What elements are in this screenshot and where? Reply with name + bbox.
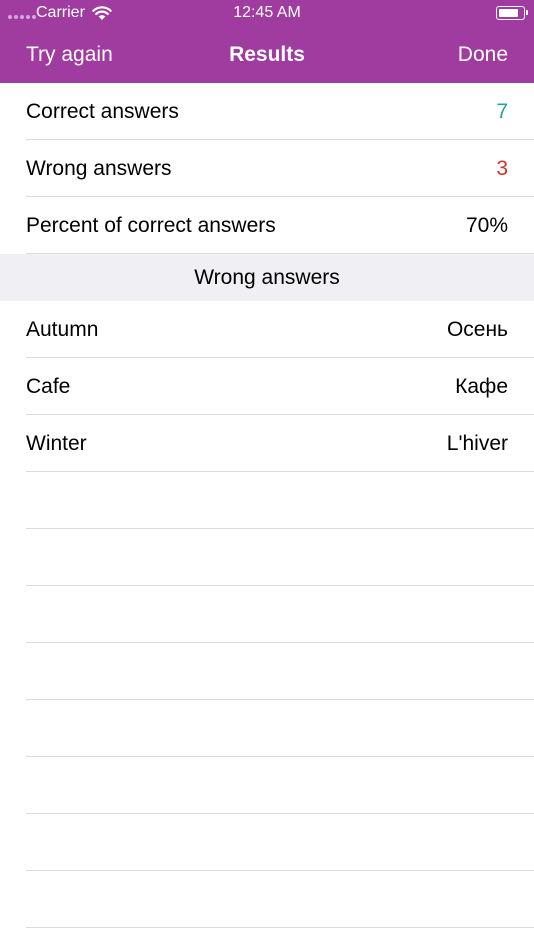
wrong-answer-row[interactable]: Autumn Осень [0, 301, 534, 358]
empty-row [0, 529, 534, 586]
wrong-answers-section-header: Wrong answers [0, 254, 534, 301]
done-button[interactable]: Done [458, 42, 508, 68]
navigation-header: Carrier 12:45 AM Try again Results Done [0, 0, 534, 83]
wrong-answer-word: Autumn [26, 318, 99, 341]
empty-row [0, 643, 534, 700]
empty-row [0, 700, 534, 757]
wrong-answer-translation: L'hiver [446, 432, 508, 455]
summary-value: 3 [496, 157, 508, 180]
wrong-answer-translation: Кафе [455, 375, 508, 398]
empty-row [0, 871, 534, 928]
battery-icon [496, 6, 528, 20]
empty-row [0, 472, 534, 529]
summary-label: Percent of correct answers [26, 214, 276, 237]
summary-row-wrong: Wrong answers 3 [0, 140, 534, 197]
empty-row [0, 814, 534, 871]
summary-value: 70% [465, 214, 508, 237]
wrong-answer-row[interactable]: Cafe Кафе [0, 358, 534, 415]
status-bar: Carrier 12:45 AM [0, 0, 534, 27]
results-table: Correct answers 7 Wrong answers 3 Percen… [0, 83, 534, 928]
empty-row [0, 586, 534, 643]
battery-level [498, 8, 519, 17]
wrong-answer-translation: Осень [446, 318, 508, 341]
wrong-answer-row[interactable]: Winter L'hiver [0, 415, 534, 472]
summary-label: Wrong answers [26, 157, 172, 180]
summary-value: 7 [496, 100, 508, 123]
summary-row-percent: Percent of correct answers 70% [0, 197, 534, 254]
empty-row [0, 757, 534, 814]
wrong-answer-word: Cafe [26, 375, 71, 398]
wrong-answer-word: Winter [26, 432, 87, 455]
status-time: 12:45 AM [233, 4, 301, 21]
summary-row-correct: Correct answers 7 [0, 83, 534, 140]
summary-label: Correct answers [26, 100, 179, 123]
page-title: Results [229, 43, 305, 66]
